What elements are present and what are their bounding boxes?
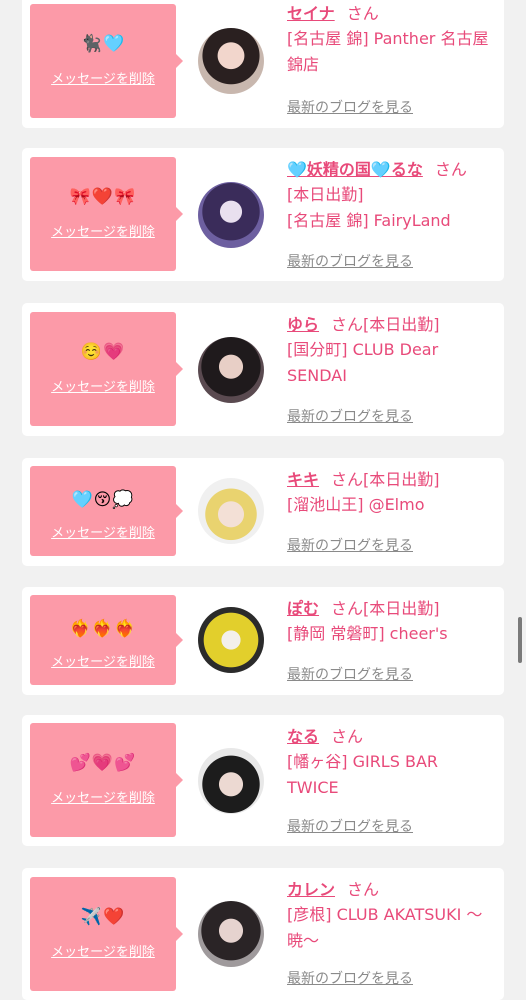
favorite-card: 🐈‍⬛🩵 メッセージを削除 セイナ さん [名古屋 錦] Panther 名古屋錦… [22, 0, 504, 128]
delete-message-link[interactable]: メッセージを削除 [30, 787, 176, 806]
message-emojis: 🎀❤️🎀 [69, 187, 137, 207]
message-box: 🎀❤️🎀 メッセージを削除 [30, 157, 183, 271]
name-line: ぽむ さん[本日出勤] [287, 597, 494, 621]
avatar[interactable] [198, 28, 264, 94]
honorific: さん [331, 470, 364, 489]
shop-info: [彦根] CLUB AKATSUKI 〜暁〜 [287, 905, 483, 950]
latest-blog-link[interactable]: 最新のブログを見る [287, 406, 413, 426]
delete-message-link[interactable]: メッセージを削除 [30, 221, 176, 240]
card-info: セイナ さん [名古屋 錦] Panther 名古屋錦店 [287, 2, 494, 78]
name-line: カレン さん [287, 878, 494, 902]
shop-info: [溜池山王] @Elmo [287, 495, 425, 514]
message-emojis: 💕💗💕 [69, 753, 137, 773]
honorific: さん [346, 4, 379, 23]
girl-name-link[interactable]: ぽむ [287, 599, 319, 618]
avatar[interactable] [198, 748, 264, 814]
shop-info: [国分町] CLUB Dear SENDAI [287, 340, 439, 385]
favorite-card: 💕💗💕 メッセージを削除 なる さん [幡ヶ谷] GIRLS BAR TWICE … [22, 715, 504, 846]
shop-info: [本日出勤] [名古屋 錦] FairyLand [287, 185, 451, 230]
card-info: なる さん [幡ヶ谷] GIRLS BAR TWICE [287, 725, 494, 801]
card-info: 🩵妖精の国🩵るな さん [本日出勤] [名古屋 錦] FairyLand [287, 158, 494, 234]
attendance-status: [本日出勤] [363, 315, 440, 334]
honorific: さん [434, 160, 467, 179]
card-info: カレン さん [彦根] CLUB AKATSUKI 〜暁〜 [287, 878, 494, 954]
card-info: ゆら さん[本日出勤] [国分町] CLUB Dear SENDAI [287, 313, 494, 389]
message-box: 💕💗💕 メッセージを削除 [30, 723, 183, 837]
shop-info: [名古屋 錦] Panther 名古屋錦店 [287, 29, 489, 74]
girl-name-link[interactable]: 🩵妖精の国🩵るな [287, 160, 423, 179]
message-emojis: 🩵😚💭 [71, 490, 135, 510]
girl-name-link[interactable]: なる [287, 727, 319, 746]
girl-name-link[interactable]: セイナ [287, 4, 335, 23]
favorite-card: 🎀❤️🎀 メッセージを削除 🩵妖精の国🩵るな さん [本日出勤] [名古屋 錦] … [22, 148, 504, 281]
attendance-status: [本日出勤] [363, 470, 440, 489]
message-emojis: ❤️‍🔥❤️‍🔥❤️‍🔥 [69, 619, 137, 639]
favorite-card: ✈️❤️ メッセージを削除 カレン さん [彦根] CLUB AKATSUKI 〜… [22, 868, 504, 1000]
avatar[interactable] [198, 901, 264, 967]
card-info: ぽむ さん[本日出勤] [静岡 常磐町] cheer's [287, 597, 494, 647]
honorific: さん [331, 727, 364, 746]
name-line: セイナ さん [287, 2, 494, 26]
latest-blog-link[interactable]: 最新のブログを見る [287, 968, 413, 988]
avatar[interactable] [198, 182, 264, 248]
latest-blog-link[interactable]: 最新のブログを見る [287, 535, 413, 555]
latest-blog-link[interactable]: 最新のブログを見る [287, 251, 413, 271]
name-line: 🩵妖精の国🩵るな さん [287, 158, 494, 182]
card-info: キキ さん[本日出勤] [溜池山王] @Elmo [287, 468, 494, 518]
delete-message-link[interactable]: メッセージを削除 [30, 941, 176, 960]
favorite-card: ☺️💗 メッセージを削除 ゆら さん[本日出勤] [国分町] CLUB Dear … [22, 303, 504, 436]
shop-info: [静岡 常磐町] cheer's [287, 624, 448, 643]
latest-blog-link[interactable]: 最新のブログを見る [287, 664, 413, 684]
honorific: さん [331, 599, 364, 618]
message-box: 🩵😚💭 メッセージを削除 [30, 466, 183, 556]
message-emojis: ✈️❤️ [80, 907, 126, 927]
delete-message-link[interactable]: メッセージを削除 [30, 376, 176, 395]
message-emojis: 🐈‍⬛🩵 [80, 34, 126, 54]
message-box: ❤️‍🔥❤️‍🔥❤️‍🔥 メッセージを削除 [30, 595, 183, 685]
honorific: さん [331, 315, 364, 334]
avatar[interactable] [198, 607, 264, 673]
delete-message-link[interactable]: メッセージを削除 [30, 522, 176, 541]
girl-name-link[interactable]: カレン [287, 880, 335, 899]
message-emojis: ☺️💗 [80, 342, 126, 362]
favorite-card: ❤️‍🔥❤️‍🔥❤️‍🔥 メッセージを削除 ぽむ さん[本日出勤] [静岡 常磐町… [22, 587, 504, 695]
girl-name-link[interactable]: ゆら [287, 315, 319, 334]
scrollbar-thumb[interactable] [518, 617, 522, 663]
name-line: キキ さん[本日出勤] [287, 468, 494, 492]
delete-message-link[interactable]: メッセージを削除 [30, 68, 176, 87]
attendance-status: [本日出勤] [363, 599, 440, 618]
avatar[interactable] [198, 337, 264, 403]
avatar[interactable] [198, 478, 264, 544]
name-line: ゆら さん[本日出勤] [287, 313, 494, 337]
favorite-card: 🩵😚💭 メッセージを削除 キキ さん[本日出勤] [溜池山王] @Elmo 最新の… [22, 458, 504, 566]
message-box: ☺️💗 メッセージを削除 [30, 312, 183, 426]
shop-info: [幡ヶ谷] GIRLS BAR TWICE [287, 752, 439, 797]
latest-blog-link[interactable]: 最新のブログを見る [287, 97, 413, 117]
honorific: さん [347, 880, 380, 899]
girl-name-link[interactable]: キキ [287, 470, 319, 489]
latest-blog-link[interactable]: 最新のブログを見る [287, 816, 413, 836]
message-box: 🐈‍⬛🩵 メッセージを削除 [30, 4, 183, 118]
message-box: ✈️❤️ メッセージを削除 [30, 877, 183, 991]
name-line: なる さん [287, 725, 494, 749]
delete-message-link[interactable]: メッセージを削除 [30, 651, 176, 670]
